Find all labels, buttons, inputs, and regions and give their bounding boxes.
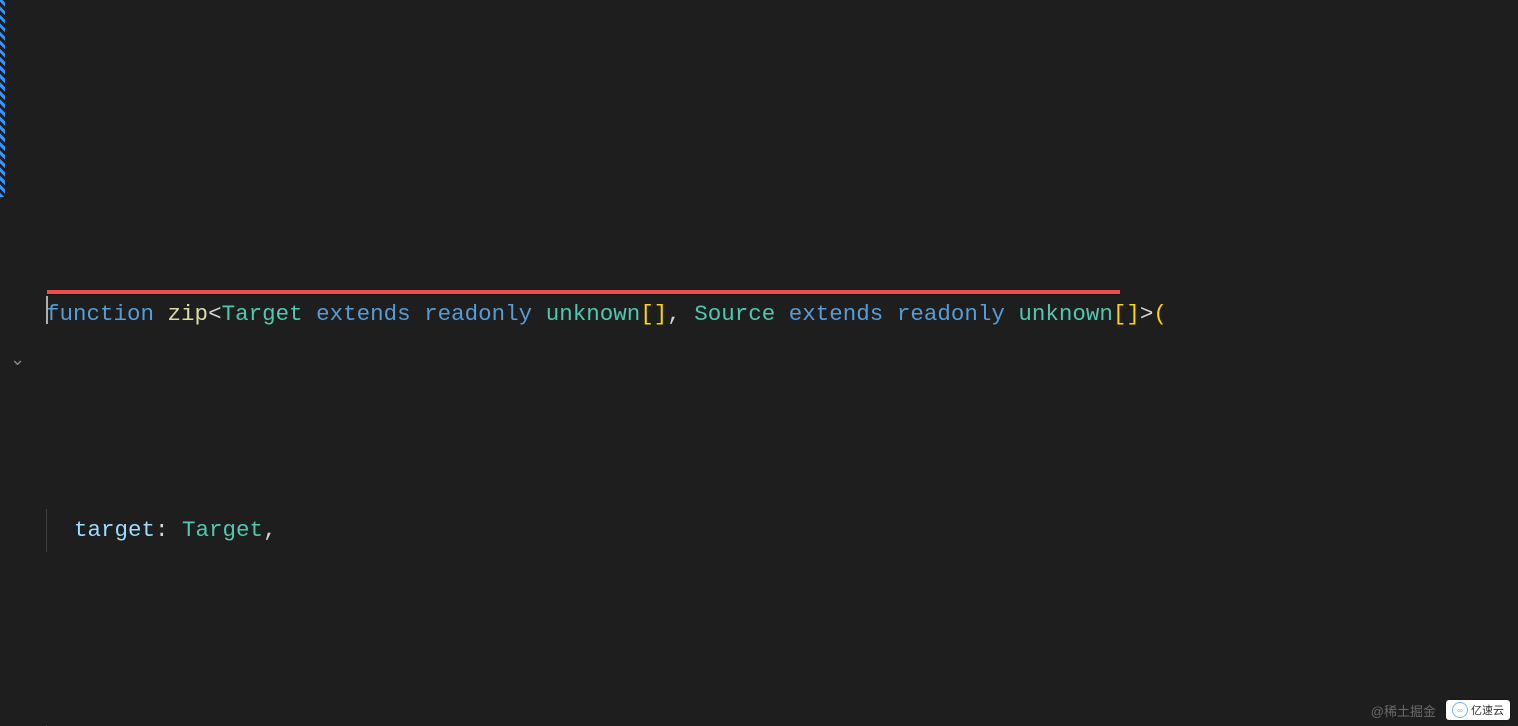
param: target xyxy=(74,517,155,543)
watermark-badge: @稀土掘金 ∞ 亿速云 xyxy=(1371,700,1510,720)
cloud-icon: ∞ xyxy=(1452,702,1468,718)
fold-chevron-icon[interactable]: ⌄ xyxy=(10,340,25,383)
keyword: function xyxy=(46,301,154,327)
type-param: Source xyxy=(694,301,775,327)
watermark-text: @稀土掘金 xyxy=(1371,701,1436,720)
gutter-modified-indicator xyxy=(0,0,5,197)
function-name: zip xyxy=(168,301,209,327)
code-line: function zip<Target extends readonly unk… xyxy=(46,293,1518,336)
code-line: target: Target, xyxy=(46,509,1518,552)
error-underline xyxy=(47,290,1120,294)
text-cursor xyxy=(46,296,48,324)
logo-text: 亿速云 xyxy=(1471,702,1504,718)
code-editor[interactable]: ⌄ function zip<Target extends readonly u… xyxy=(0,0,1518,726)
logo-badge: ∞ 亿速云 xyxy=(1446,700,1510,720)
type-param: Target xyxy=(222,301,303,327)
